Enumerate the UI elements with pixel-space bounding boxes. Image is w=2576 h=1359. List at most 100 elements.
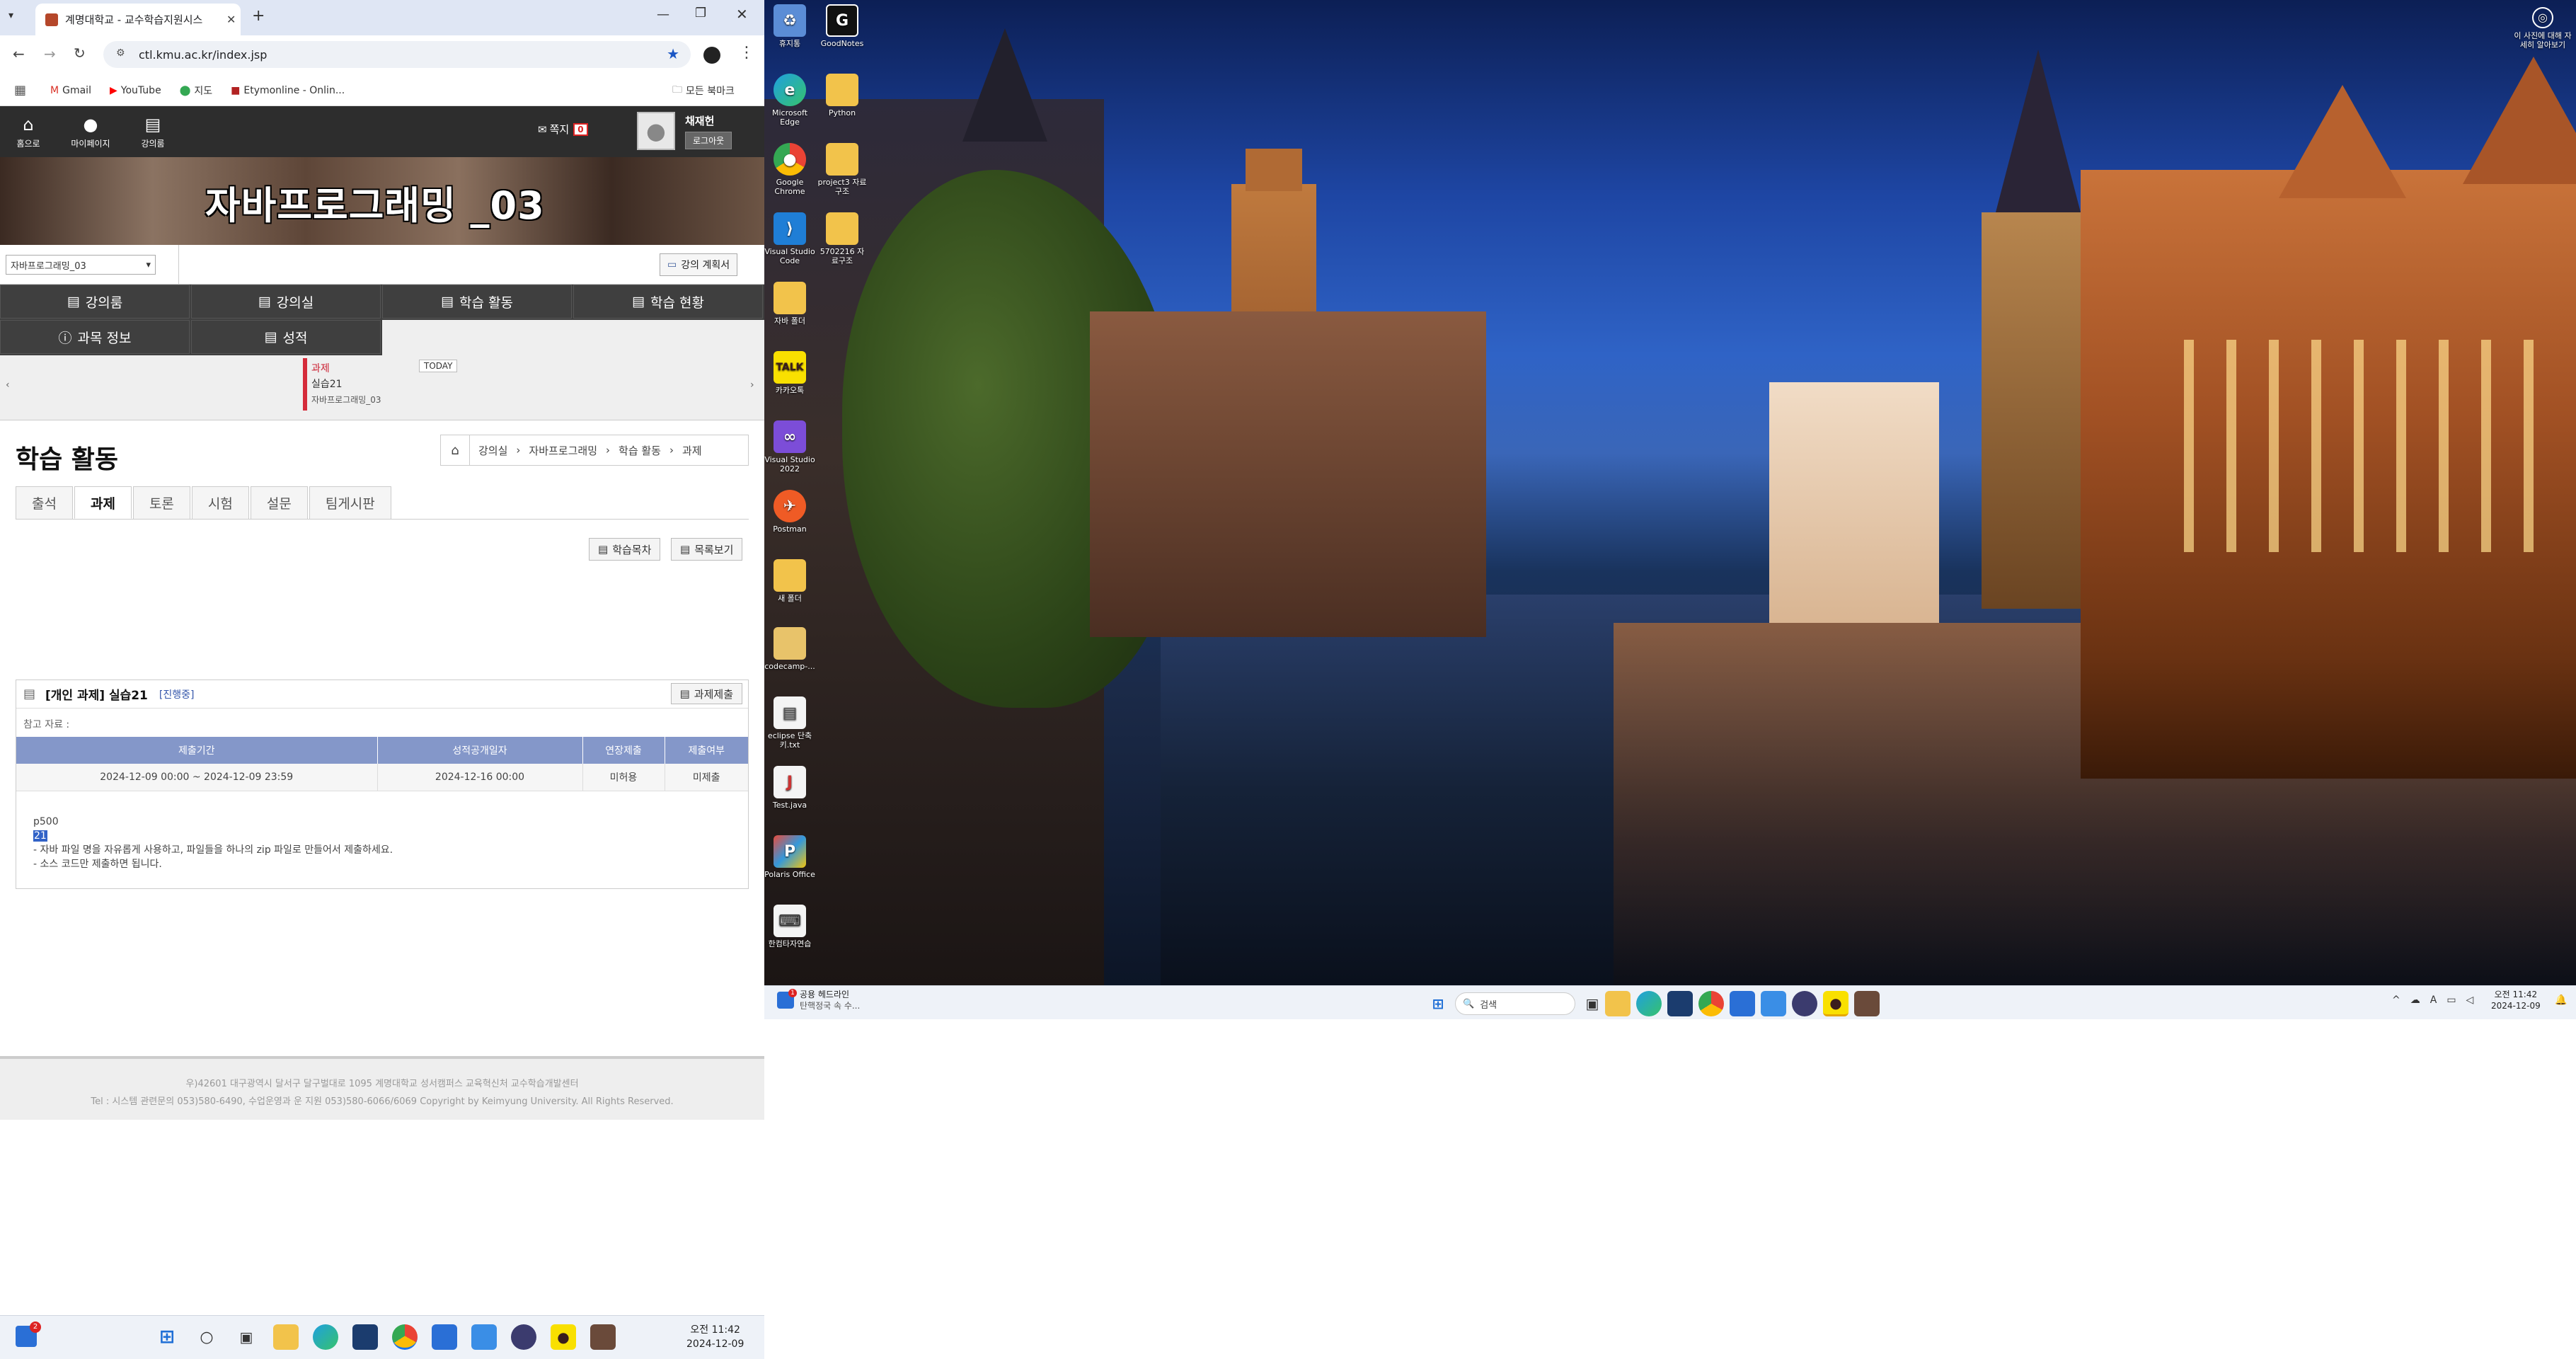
app-icon[interactable] [511, 1324, 536, 1350]
tray-chevron-icon[interactable]: ^ [2392, 994, 2400, 1006]
start-icon[interactable]: ⊞ [1425, 991, 1451, 1016]
learning-index-button[interactable]: ▤ 학습목차 [589, 538, 661, 561]
apps-grid-icon[interactable]: ▦ [14, 83, 26, 98]
desktop-chrome[interactable]: ● Google Chrome [764, 143, 815, 196]
back-icon[interactable]: ← [13, 45, 25, 62]
close-window-icon[interactable]: ✕ [736, 6, 748, 23]
logout-button[interactable]: 로그아웃 [685, 132, 732, 149]
bookmark-gmail[interactable]: M Gmail [50, 85, 91, 96]
desktop-vscode[interactable]: ⟩ Visual Studio Code [764, 212, 815, 265]
file-explorer-icon[interactable] [273, 1324, 299, 1350]
kakaotalk-icon[interactable]: ● [1823, 991, 1848, 1016]
bookmark-etymonline[interactable]: ■ Etymonline - Onlin... [231, 85, 345, 96]
tab-discussion[interactable]: 토론 [132, 486, 190, 519]
game-app-icon[interactable] [590, 1324, 616, 1350]
calendar-app-icon[interactable] [1761, 991, 1786, 1016]
crumb-item[interactable]: 학습 활동 [610, 443, 669, 458]
desktop-recycle-bin[interactable]: ♻ 휴지통 [764, 4, 815, 48]
notification-bell-icon[interactable]: 🔔 [2555, 994, 2567, 1006]
menu-learning-activity[interactable]: ▤ 학습 활동 [382, 285, 572, 319]
tab-survey[interactable]: 설문 [250, 486, 308, 519]
spotlight-info[interactable]: ◎ 이 사진에 대해 자세히 알아보기 [2512, 7, 2573, 50]
file-explorer-icon[interactable] [1605, 991, 1631, 1016]
desktop-python[interactable]: Python [817, 74, 868, 117]
tab-exam[interactable]: 시험 [191, 486, 249, 519]
desktop-project3[interactable]: project3 자료구조 [817, 143, 868, 196]
app-icon[interactable] [1792, 991, 1817, 1016]
crumb-item[interactable]: 강의실 [470, 443, 516, 458]
edge-icon[interactable] [313, 1324, 338, 1350]
desktop-test-java[interactable]: J Test.java [764, 766, 815, 810]
home-icon[interactable]: ⌂ [441, 443, 469, 458]
news-widget[interactable]: 1 공용 헤드라인 탄핵정국 속 수... [777, 989, 860, 1011]
course-plan-button[interactable]: ▭ 강의 계획서 [660, 253, 738, 276]
search-icon[interactable]: ○ [194, 1324, 219, 1350]
menu-course-info[interactable]: ⓘ 과목 정보 [0, 320, 190, 354]
forward-icon[interactable]: → [44, 45, 56, 62]
desktop-codecamp[interactable]: codecamp-... [764, 627, 815, 671]
all-bookmarks-folder[interactable]: 🗀 모든 북마크 [672, 82, 735, 99]
restore-icon[interactable]: ❐ [695, 6, 706, 21]
desktop-polaris[interactable]: P Polaris Office [764, 835, 815, 879]
bookmark-maps[interactable]: ⬤ 지도 [180, 84, 212, 98]
app-icon[interactable] [432, 1324, 457, 1350]
nav-lecture-room[interactable]: ▤ 강의룸 [126, 115, 180, 149]
menu-kebab-icon[interactable]: ⋮ [739, 44, 754, 62]
game-app-icon[interactable] [1854, 991, 1880, 1016]
desktop-hancom-typing[interactable]: ⌨ 한컴타자연습 [764, 905, 815, 948]
notes-link[interactable]: ✉ 쪽지 0 [538, 122, 588, 137]
crumb-item[interactable]: 자바프로그래밍 [520, 443, 606, 458]
desktop-new-folder[interactable]: 새 폴더 [764, 559, 815, 603]
start-icon[interactable]: ⊞ [154, 1324, 180, 1350]
chrome-icon[interactable] [392, 1324, 418, 1350]
reload-icon[interactable]: ↻ [74, 45, 86, 62]
list-view-button[interactable]: ▤ 목록보기 [671, 538, 743, 561]
store-icon[interactable] [352, 1324, 378, 1350]
task-view-icon[interactable]: ▣ [1580, 991, 1605, 1016]
clock[interactable]: 오전 11:42 2024-12-09 [2491, 989, 2541, 1011]
minimize-icon[interactable]: — [657, 7, 669, 22]
menu-lecture-room[interactable]: ▤ 강의룸 [0, 285, 190, 319]
tab-team-board[interactable]: 팀게시판 [309, 486, 391, 519]
chevron-right-icon[interactable]: › [750, 379, 754, 391]
nav-mypage[interactable]: ● 마이페이지 [55, 115, 126, 149]
desktop-java-folder[interactable]: 자바 폴더 [764, 282, 815, 326]
widgets-icon[interactable]: 2 [16, 1321, 41, 1347]
menu-classroom[interactable]: ▤ 강의실 [191, 285, 381, 319]
tab-attendance[interactable]: 출석 [16, 486, 73, 519]
course-select[interactable]: 자바프로그래밍_03 ▾ [6, 255, 156, 275]
calendar-app-icon[interactable] [471, 1324, 497, 1350]
bookmark-star-icon[interactable]: ★ [667, 45, 679, 62]
new-tab-icon[interactable]: + [252, 7, 265, 25]
crumb-item[interactable]: 과제 [674, 443, 711, 458]
menu-grades[interactable]: ▤ 성적 [191, 320, 381, 354]
bookmark-youtube[interactable]: ▶ YouTube [110, 85, 161, 96]
submit-assignment-button[interactable]: ▤ 과제제출 [670, 683, 742, 704]
url-field[interactable]: ⚙ ctl.kmu.ac.kr/index.jsp ★ [103, 41, 691, 68]
chevron-left-icon[interactable]: ‹ [6, 379, 10, 391]
desktop-visual-studio[interactable]: ∞ Visual Studio 2022 [764, 420, 815, 474]
tab-search-icon[interactable]: ▾ [8, 10, 13, 21]
edge-icon[interactable] [1636, 991, 1662, 1016]
desktop-edge[interactable]: e Microsoft Edge [764, 74, 815, 127]
task-view-icon[interactable]: ▣ [234, 1324, 259, 1350]
site-info-icon[interactable]: ⚙ [116, 47, 125, 59]
profile-avatar[interactable] [703, 47, 720, 64]
desktop-goodnotes[interactable]: G GoodNotes [817, 4, 868, 48]
store-icon[interactable] [1667, 991, 1693, 1016]
menu-learning-status[interactable]: ▤ 학습 현황 [573, 285, 763, 319]
app-icon[interactable] [1730, 991, 1755, 1016]
nav-home[interactable]: ⌂ 홈으로 [1, 115, 55, 149]
volume-icon[interactable]: ◁ [2466, 994, 2474, 1006]
kakaotalk-icon[interactable]: ● [551, 1324, 576, 1350]
tab-assignment[interactable]: 과제 [74, 486, 132, 519]
browser-tab[interactable]: 계명대학교 - 교수학습지원시스 ✕ [35, 4, 241, 35]
desktop-5702216[interactable]: 5702216 자료구조 [817, 212, 868, 265]
desktop-postman[interactable]: ✈ Postman [764, 490, 815, 534]
network-icon[interactable]: ▭ [2446, 994, 2456, 1006]
tray-app-icon[interactable]: ☁ [2410, 994, 2420, 1006]
chrome-icon[interactable] [1698, 991, 1724, 1016]
desktop-eclipse-txt[interactable]: ▤ eclipse 단축키.txt [764, 696, 815, 750]
tab-close-icon[interactable]: ✕ [226, 13, 236, 26]
calendar-event[interactable]: 과제 실습21 자바프로그래밍_03 [311, 361, 381, 408]
